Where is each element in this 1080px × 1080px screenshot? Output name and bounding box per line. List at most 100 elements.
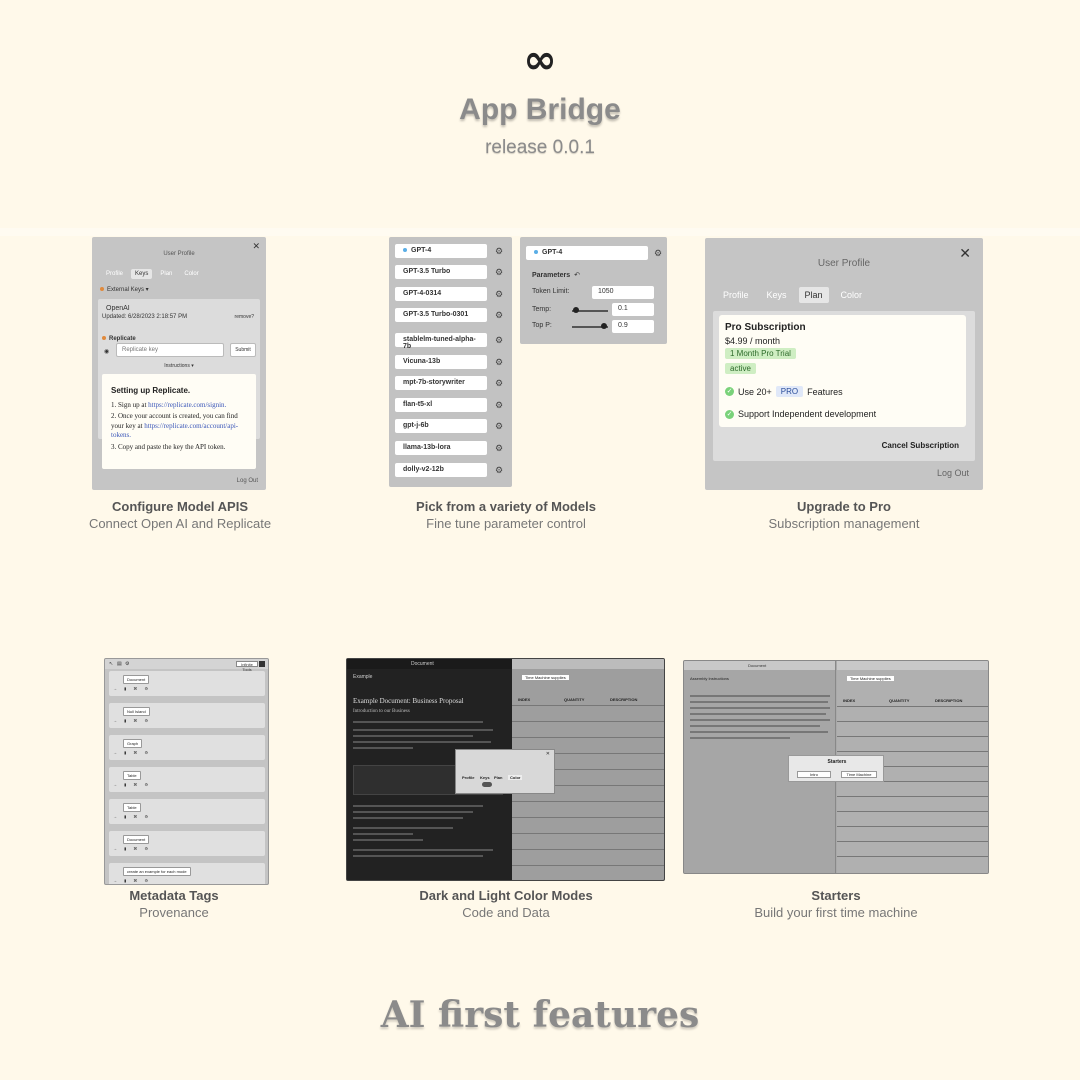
gear-icon[interactable]: ⚙ xyxy=(495,267,503,277)
metadata-card[interactable]: Document → ▮ ⌘ ⚙ xyxy=(109,831,265,856)
setup-title: Setting up Replicate. xyxy=(111,386,191,395)
footer-title: AI first features xyxy=(380,994,700,1036)
check-icon: ✓ xyxy=(725,409,734,419)
gear-icon[interactable]: ⚙ xyxy=(495,421,503,431)
metadata-card[interactable]: Table → ▮ ⌘ ⚙ xyxy=(109,799,265,824)
metadata-card[interactable]: Graph → ▮ ⌘ ⚙ xyxy=(109,735,265,760)
square-icon[interactable] xyxy=(259,661,265,667)
tab-plan[interactable]: Plan xyxy=(156,269,176,279)
tab-keys[interactable]: Keys xyxy=(480,775,490,780)
text-line xyxy=(353,817,463,819)
submit-button[interactable]: Submit xyxy=(230,343,256,357)
eye-icon[interactable]: ◉ xyxy=(104,348,109,355)
tag-label: create an example for each mode xyxy=(123,867,191,876)
column-header: INDEX xyxy=(843,698,856,703)
model-row[interactable]: GPT-4-0314 ⚙ xyxy=(395,287,505,301)
tab-profile[interactable]: Profile xyxy=(462,775,474,780)
feature-title: Metadata Tags xyxy=(129,888,219,903)
gear-icon[interactable]: ⚙ xyxy=(654,248,662,258)
table-title: Time Machine supplies xyxy=(847,676,894,681)
feature-subtitle: Connect Open AI and Replicate xyxy=(88,516,272,531)
metadata-card[interactable]: Table → ▮ ⌘ ⚙ xyxy=(109,767,265,792)
tab-plan[interactable]: Plan xyxy=(798,287,829,303)
color-modes-screenshot: Document Example Example Document: Busin… xyxy=(346,658,665,881)
top-p-input[interactable]: 0.9 xyxy=(612,320,654,333)
gear-icon[interactable]: ⚙ xyxy=(495,310,503,320)
gear-icon[interactable]: ⚙ xyxy=(495,246,503,256)
time-machine-button[interactable]: Time Machine xyxy=(841,771,877,778)
model-row[interactable]: stablelm-tuned-alpha-7b ⚙ xyxy=(395,333,505,350)
check-icon: ✓ xyxy=(725,387,734,396)
gear-icon[interactable]: ⚙ xyxy=(495,378,503,388)
feature-subtitle: Subscription management xyxy=(768,516,920,531)
plan-title: Pro Subscription xyxy=(725,322,806,333)
model-row[interactable]: gpt-j-6b ⚙ xyxy=(395,419,505,433)
selected-model[interactable]: GPT-4 ⚙ xyxy=(526,246,666,260)
gear-icon[interactable]: ⚙ xyxy=(495,443,503,453)
model-row[interactable]: GPT-3.5 Turbo-0301 ⚙ xyxy=(395,308,505,322)
setup-step-3: 3. Copy and paste the key the API token. xyxy=(111,442,226,451)
tab-plan[interactable]: Plan xyxy=(494,775,502,780)
selected-dot-icon xyxy=(403,248,407,252)
logout-button[interactable]: Log Out xyxy=(937,468,969,478)
gear-icon[interactable]: ⚙ xyxy=(495,465,503,475)
gear-icon[interactable]: ⚙ xyxy=(495,335,503,345)
feature-title: Pick from a variety of Models xyxy=(416,499,596,514)
tab-profile[interactable]: Profile xyxy=(717,287,755,303)
token-limit-input[interactable]: 1050 xyxy=(592,286,654,299)
external-keys-toggle[interactable]: External Keys ▾ xyxy=(100,286,149,293)
pro-badge: PRO xyxy=(775,386,804,397)
document-icon[interactable]: ▤ xyxy=(117,661,122,667)
feature-item: ✓ Use 20+ PRO Features xyxy=(725,386,843,397)
model-row[interactable]: GPT-3.5 Turbo ⚙ xyxy=(395,265,505,279)
text-line xyxy=(353,833,413,835)
temp-slider-handle[interactable] xyxy=(572,307,579,313)
dark-mode-toggle[interactable] xyxy=(482,782,492,787)
model-row[interactable]: llama-13b-lora ⚙ xyxy=(395,441,505,455)
gear-icon[interactable]: ⚙ xyxy=(495,400,503,410)
text-line xyxy=(690,725,820,727)
gear-icon[interactable]: ⚙ xyxy=(495,357,503,367)
temp-input[interactable]: 0.1 xyxy=(612,303,654,316)
metadata-card[interactable]: create an example for each mode → ▮ ⌘ ⚙ xyxy=(109,863,265,884)
tab-keys[interactable]: Keys xyxy=(761,287,793,303)
model-row[interactable]: GPT-4 ⚙ xyxy=(395,244,505,258)
release-version: release 0.0.1 xyxy=(485,137,595,158)
document-tab[interactable]: Example xyxy=(353,674,372,680)
remove-key-link[interactable]: remove? xyxy=(235,314,254,320)
metadata-card[interactable]: Document → ▮ ⌘ ⚙ xyxy=(109,671,265,696)
signin-link[interactable]: https://replicate.com/signin. xyxy=(148,401,226,409)
model-list-screenshot: GPT-4 ⚙ GPT-3.5 Turbo ⚙ GPT-4-0314 ⚙ GPT-3.… xyxy=(389,237,512,487)
replicate-key-input[interactable]: Replicate key xyxy=(116,343,224,357)
text-line xyxy=(353,827,453,829)
back-icon[interactable]: ↶ xyxy=(574,272,580,279)
model-row[interactable]: dolly-v2-12b ⚙ xyxy=(395,463,505,477)
trial-badge: 1 Month Pro Trial xyxy=(725,348,796,359)
feature-title: Upgrade to Pro xyxy=(797,499,891,514)
document-subtitle: Introduction to our Business xyxy=(353,709,410,714)
intro-button[interactable]: Intro xyxy=(797,771,831,778)
tab-color[interactable]: Color xyxy=(180,269,202,279)
metadata-card[interactable]: Null Island → ▮ ⌘ ⚙ xyxy=(109,703,265,728)
top-p-slider-handle[interactable] xyxy=(601,323,608,329)
close-icon[interactable]: ✕ xyxy=(546,751,550,757)
plan-screenshot: ✕ User Profile Profile Keys Plan Color P… xyxy=(705,238,983,490)
document-tab[interactable]: Assembly Instructions xyxy=(690,676,729,681)
infinite-tools-field[interactable]: Infinite Tools xyxy=(236,661,258,672)
logout-button[interactable]: Log Out xyxy=(237,478,258,484)
table-row xyxy=(512,801,664,802)
model-row[interactable]: flan-t5-xl ⚙ xyxy=(395,398,505,412)
infinity-logo-icon: ∞ xyxy=(523,37,557,83)
cancel-subscription-button[interactable]: Cancel Subscription xyxy=(882,441,959,450)
tab-color[interactable]: Color xyxy=(508,775,523,780)
model-row[interactable]: Vicuna-13b ⚙ xyxy=(395,355,505,369)
tab-profile[interactable]: Profile xyxy=(102,269,127,279)
pointer-icon[interactable]: ↖ xyxy=(109,661,113,667)
tab-keys[interactable]: Keys xyxy=(131,269,153,279)
tab-color[interactable]: Color xyxy=(835,287,869,303)
gear-icon[interactable]: ⚙ xyxy=(495,289,503,299)
instructions-toggle[interactable]: Instructions ▾ xyxy=(92,363,266,369)
card-tools: → ▮ ⌘ ⚙ xyxy=(113,782,152,787)
settings-icon[interactable]: ⚙ xyxy=(125,661,129,667)
model-row[interactable]: mpt-7b-storywriter ⚙ xyxy=(395,376,505,390)
